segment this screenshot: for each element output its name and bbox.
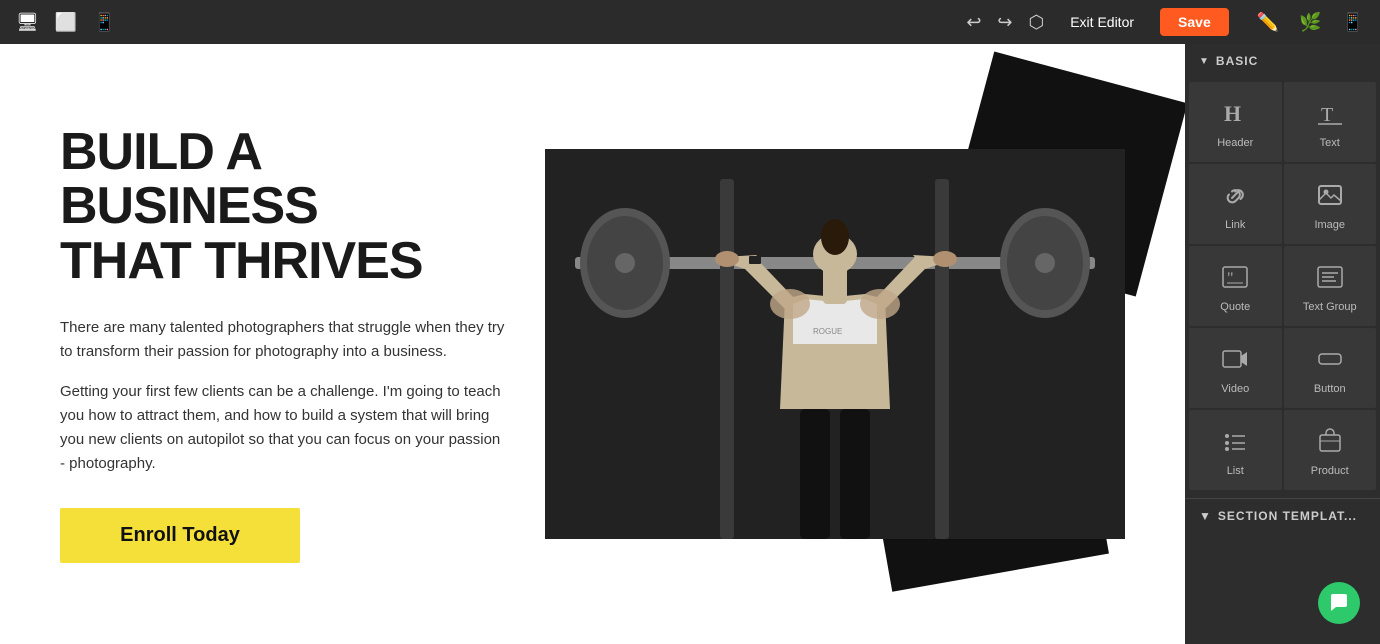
sidebar-item-product-label: Product [1311, 465, 1349, 477]
paint-brush-icon[interactable]: ✏️ [1257, 12, 1279, 33]
sidebar-item-header[interactable]: H Header [1189, 82, 1282, 162]
image-icon [1316, 181, 1344, 213]
basic-section-header[interactable]: ▼ BASIC [1185, 44, 1380, 78]
sidebar-item-product[interactable]: Product [1284, 410, 1377, 490]
body-paragraph-1: There are many talented photographers th… [60, 316, 505, 364]
enroll-today-button[interactable]: Enroll Today [60, 508, 300, 563]
tablet-portrait-icon[interactable]: 📱 [93, 12, 115, 33]
text-icon: T [1316, 99, 1344, 131]
sidebar-item-image[interactable]: Image [1284, 164, 1377, 244]
main-layout: BUILD A BUSINESS THAT THRIVES There are … [0, 44, 1380, 644]
section-templates-label: SECTION TEMPLAT... [1218, 509, 1357, 523]
right-image-area: ROGUE [545, 94, 1125, 594]
external-link-icon[interactable]: ⬡ [1029, 12, 1045, 33]
sidebar-item-button-label: Button [1314, 383, 1346, 395]
svg-text:H: H [1224, 101, 1241, 126]
sidebar-item-link[interactable]: Link [1189, 164, 1282, 244]
list-icon [1221, 427, 1249, 459]
toolbar-extra: ✏️ 🌿 📱 [1257, 12, 1364, 33]
hero-image: ROGUE [545, 149, 1125, 539]
sidebar-item-text-group[interactable]: Text Group [1284, 246, 1377, 326]
left-content: BUILD A BUSINESS THAT THRIVES There are … [60, 125, 505, 564]
sidebar-item-list[interactable]: List [1189, 410, 1282, 490]
basic-section-arrow: ▼ [1199, 56, 1210, 67]
chat-bubble-button[interactable] [1318, 582, 1360, 624]
main-heading: BUILD A BUSINESS THAT THRIVES [60, 125, 505, 289]
sidebar-item-header-label: Header [1217, 137, 1253, 149]
sidebar-item-quote-label: Quote [1220, 301, 1250, 313]
svg-text:ROGUE: ROGUE [813, 327, 842, 336]
sidebar-item-list-label: List [1227, 465, 1244, 477]
quote-icon: " [1221, 263, 1249, 295]
desktop-icon[interactable]: 🖥 [16, 12, 39, 33]
button-icon [1316, 345, 1344, 377]
basic-section-label: BASIC [1216, 54, 1258, 68]
right-sidebar: ▼ BASIC H Header T [1185, 44, 1380, 644]
sidebar-item-image-label: Image [1314, 219, 1345, 231]
save-button[interactable]: Save [1160, 8, 1229, 36]
section-templates-arrow: ▼ [1199, 509, 1212, 523]
share-icon[interactable]: 🌿 [1299, 12, 1321, 33]
toolbar-actions: ↩ ↪ ⬡ Exit Editor Save [966, 8, 1228, 36]
sidebar-item-video[interactable]: Video [1189, 328, 1282, 408]
sidebar-item-quote[interactable]: " Quote [1189, 246, 1282, 326]
page-content: BUILD A BUSINESS THAT THRIVES There are … [0, 44, 1185, 644]
sidebar-item-text[interactable]: T Text [1284, 82, 1377, 162]
exit-editor-button[interactable]: Exit Editor [1060, 10, 1144, 34]
svg-text:T: T [1321, 104, 1333, 126]
sidebar-item-text-group-label: Text Group [1303, 301, 1357, 313]
link-icon [1221, 181, 1249, 213]
sidebar-item-button[interactable]: Button [1284, 328, 1377, 408]
sidebar-item-video-label: Video [1221, 383, 1249, 395]
svg-text:": " [1227, 270, 1234, 287]
toolbar: 🖥 ⬜ 📱 ↩ ↪ ⬡ Exit Editor Save ✏️ 🌿 📱 [0, 0, 1380, 44]
tablet-landscape-icon[interactable]: ⬜ [55, 12, 77, 33]
canvas-area: BUILD A BUSINESS THAT THRIVES There are … [0, 44, 1185, 644]
sidebar-elements-grid: H Header T Text [1185, 78, 1380, 494]
device-selector: 🖥 ⬜ 📱 [16, 12, 116, 33]
video-icon [1221, 345, 1249, 377]
body-paragraph-2: Getting your first few clients can be a … [60, 380, 505, 476]
text-group-icon [1316, 263, 1344, 295]
sidebar-item-text-label: Text [1320, 137, 1340, 149]
mobile-preview-icon[interactable]: 📱 [1342, 12, 1364, 33]
product-icon [1316, 427, 1344, 459]
redo-icon[interactable]: ↪ [997, 12, 1012, 33]
header-icon: H [1221, 99, 1249, 131]
sidebar-item-link-label: Link [1225, 219, 1245, 231]
undo-icon[interactable]: ↩ [966, 12, 981, 33]
section-templates-header[interactable]: ▼ SECTION TEMPLAT... [1185, 498, 1380, 533]
